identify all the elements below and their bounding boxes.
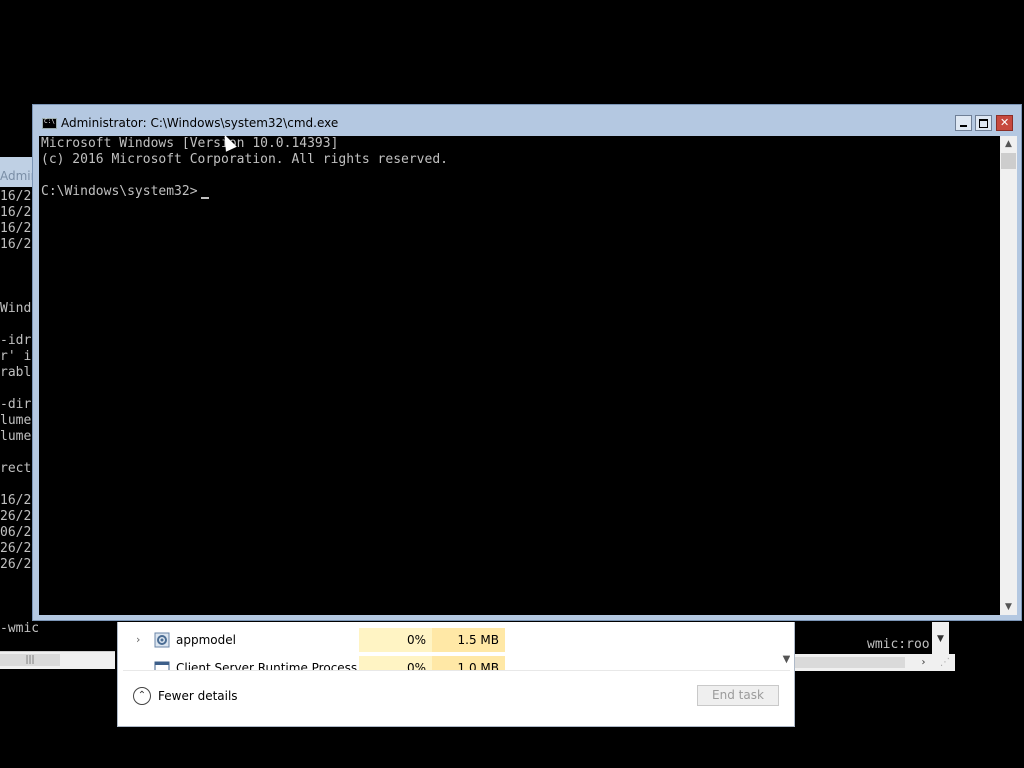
- horizontal-scrollbar[interactable]: › ⋰: [795, 654, 955, 671]
- resize-grip-icon[interactable]: ⋰: [935, 654, 955, 671]
- maximize-button[interactable]: [975, 115, 992, 131]
- console-line: Microsoft Windows [Version 10.0.14393]: [41, 136, 339, 151]
- console-line: (c) 2016 Microsoft Corporation. All righ…: [41, 152, 448, 167]
- scrollbar-thumb[interactable]: |||: [0, 654, 60, 666]
- window-icon: [154, 661, 170, 670]
- process-memory: 1.0 MB: [432, 656, 505, 670]
- close-button[interactable]: [996, 115, 1013, 131]
- scrollbar-thumb[interactable]: [1001, 153, 1016, 169]
- background-console-line: -dir: [0, 397, 32, 412]
- process-list[interactable]: › appmodel 0% 1.5 MB Client Server Runti…: [123, 622, 790, 670]
- background-console-line: -idr: [0, 333, 32, 348]
- process-name: Client Server Runtime Process: [176, 661, 358, 670]
- fewer-details-link[interactable]: Fewer details: [158, 689, 238, 703]
- text-cursor: [201, 197, 209, 199]
- process-row[interactable]: › appmodel 0% 1.5 MB: [123, 628, 773, 652]
- command-prompt[interactable]: C:\Windows\system32>: [41, 184, 198, 200]
- end-task-button[interactable]: End task: [697, 685, 779, 706]
- vertical-scrollbar[interactable]: ▲ ▼: [1000, 136, 1017, 615]
- console-output[interactable]: Microsoft Windows [Version 10.0.14393] (…: [39, 136, 1000, 615]
- process-cpu: 0%: [359, 628, 432, 652]
- process-cpu: 0%: [359, 656, 432, 670]
- scroll-down-icon[interactable]: ▼: [1000, 599, 1017, 615]
- title-bar[interactable]: Administrator: C:\Windows\system32\cmd.e…: [33, 105, 1021, 136]
- cmd-window[interactable]: Administrator: C:\Windows\system32\cmd.e…: [32, 104, 1022, 621]
- process-name: appmodel: [176, 633, 236, 647]
- background-console-line: lume: [0, 413, 32, 428]
- scroll-down-icon[interactable]: ▼: [932, 634, 949, 648]
- task-manager-footer: ⌃ Fewer details End task: [123, 670, 790, 723]
- scroll-right-icon[interactable]: ›: [915, 654, 932, 671]
- background-console-line: -wmic: [0, 621, 40, 636]
- background-wmic-window[interactable]: wmic:roo ▼ › ⋰: [795, 622, 955, 674]
- scroll-up-icon[interactable]: ▲: [1000, 136, 1017, 152]
- process-memory: 1.5 MB: [432, 628, 505, 652]
- background-console-line: lume: [0, 429, 32, 444]
- vertical-scrollbar[interactable]: ▼: [932, 622, 949, 656]
- task-manager-window[interactable]: › appmodel 0% 1.5 MB Client Server Runti…: [117, 622, 795, 727]
- cmd-app-icon[interactable]: [42, 118, 57, 129]
- wmic-prompt: wmic:roo: [867, 637, 930, 652]
- vertical-scrollbar[interactable]: ▼: [778, 622, 790, 670]
- horizontal-scrollbar[interactable]: |||: [0, 651, 115, 669]
- gear-icon: [154, 632, 170, 648]
- minimize-button[interactable]: [955, 115, 972, 131]
- process-row[interactable]: Client Server Runtime Process 0% 1.0 MB: [123, 656, 773, 670]
- scroll-down-icon[interactable]: ▼: [778, 654, 790, 668]
- chevron-up-icon[interactable]: ⌃: [133, 687, 151, 705]
- scrollbar-thumb[interactable]: [795, 657, 905, 668]
- expand-chevron-icon[interactable]: ›: [136, 633, 140, 646]
- window-title: Administrator: C:\Windows\system32\cmd.e…: [61, 116, 339, 130]
